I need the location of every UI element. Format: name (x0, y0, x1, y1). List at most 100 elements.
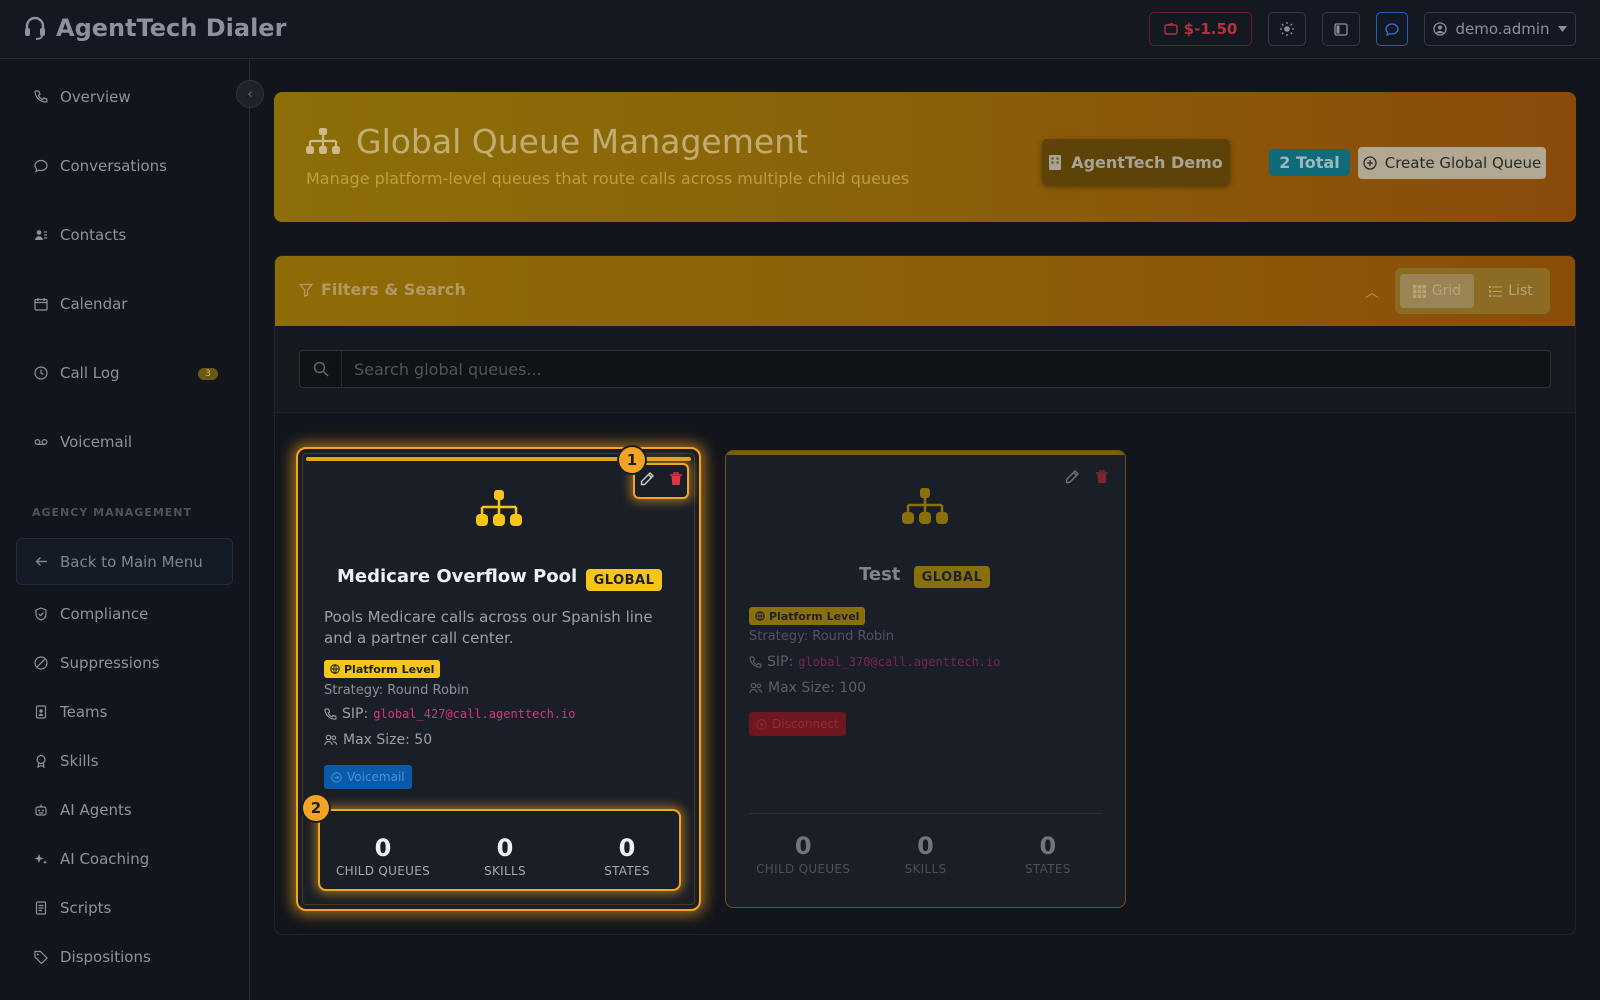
sparkles-icon (34, 854, 48, 865)
search-bar (299, 350, 1551, 388)
arrow-left-icon (35, 557, 47, 566)
global-badge: GLOBAL (914, 566, 990, 588)
sidebar-item-conversations[interactable]: Conversations (34, 157, 167, 175)
sidebar-item-overview[interactable]: Overview (34, 88, 131, 106)
queue-stats: 0 CHILD QUEUES 0 SKILLS 0 STATES (742, 832, 1109, 876)
pencil-icon[interactable] (1064, 469, 1080, 485)
grid-icon (1412, 284, 1426, 298)
queue-max-size: Max Size: 100 (749, 680, 866, 696)
disconnect-tag: Disconnect (749, 712, 846, 736)
disconnect-tag-label: Disconnect (772, 717, 839, 731)
trash-icon[interactable] (1094, 469, 1110, 485)
chat-button[interactable] (1376, 12, 1408, 46)
user-menu-button[interactable]: demo.admin (1424, 12, 1576, 46)
stat-value: 0 (618, 834, 636, 862)
trash-icon[interactable] (668, 471, 684, 487)
max-size-label: Max Size: 50 (343, 732, 433, 748)
sidebar-item-label: Overview (60, 88, 131, 106)
sidebar-item-dispositions[interactable]: Dispositions (34, 948, 151, 966)
calendar-icon (34, 298, 48, 311)
sidebar-item-label: AI Coaching (60, 850, 150, 868)
create-global-queue-button[interactable]: Create Global Queue (1358, 147, 1546, 179)
queue-strategy: Strategy: Round Robin (324, 683, 470, 698)
page-header-banner: Global Queue Management Manage platform-… (274, 92, 1576, 222)
sidebar-item-contacts[interactable]: Contacts (34, 226, 126, 244)
app-title: AgentTech Dialer (56, 14, 287, 42)
sidebar-item-teams[interactable]: Teams (34, 703, 107, 721)
sip-address: global_427@call.agenttech.io (373, 707, 576, 721)
stat-value: 0 (917, 832, 934, 860)
platform-level-label: Platform Level (344, 662, 435, 676)
list-view-label: List (1508, 283, 1533, 299)
sidebar-item-label: AI Agents (60, 801, 132, 819)
sidebar-item-voicemail[interactable]: Voicemail (34, 433, 132, 451)
x-circle-icon (756, 718, 767, 730)
app-brand[interactable]: AgentTech Dialer (24, 14, 286, 42)
search-input[interactable] (342, 351, 1550, 387)
stat-value: 0 (496, 834, 514, 862)
stat-label: CHILD QUEUES (335, 864, 431, 878)
sip-label: SIP: (767, 654, 794, 670)
top-bar: AgentTech Dialer $-1.50 demo.admin (0, 0, 1600, 59)
card-accent-bar (726, 451, 1125, 455)
sidebar-item-suppressions[interactable]: Suppressions (34, 654, 159, 672)
grid-view-button[interactable]: Grid (1400, 274, 1474, 308)
sidebar-item-label: Voicemail (60, 433, 133, 451)
chat-icon (1385, 22, 1399, 36)
clock-icon (34, 366, 48, 380)
queue-sip: SIP: global_370@call.agenttech.io (749, 654, 1000, 670)
sidebar-item-ai-coaching[interactable]: AI Coaching (34, 850, 149, 868)
users-icon (749, 682, 763, 694)
back-to-main-menu-button[interactable]: Back to Main Menu (16, 538, 233, 585)
queue-description: Pools Medicare calls across our Spanish … (324, 608, 653, 647)
sidebar-item-compliance[interactable]: Compliance (34, 605, 148, 623)
id-badge-icon (35, 705, 47, 719)
theme-toggle-button[interactable] (1268, 12, 1306, 46)
global-badge: GLOBAL (586, 569, 662, 591)
stat-label: SKILLS (904, 862, 947, 876)
stat-label: STATES (604, 864, 650, 878)
stat-label: CHILD QUEUES (756, 862, 851, 876)
queue-max-size: Max Size: 50 (324, 732, 432, 748)
grid-view-label: Grid (1431, 283, 1462, 299)
balance-button[interactable]: $-1.50 (1149, 12, 1252, 46)
platform-level-badge: Platform Level (749, 607, 866, 625)
stat-label: SKILLS (484, 864, 526, 878)
list-view-button[interactable]: List (1478, 274, 1544, 308)
sitemap-icon (306, 128, 340, 154)
filters-title: Filters & Search (299, 280, 466, 299)
wallet-icon (1163, 23, 1178, 35)
sidebar-item-calendar[interactable]: Calendar (34, 295, 127, 313)
page-title: Global Queue Management (356, 122, 809, 161)
chevron-up-icon[interactable]: ︿ (1365, 282, 1379, 302)
sidebar-item-label: Scripts (60, 899, 112, 917)
robot-icon (35, 804, 47, 816)
sidebar-item-call-log[interactable]: Call Log (34, 364, 120, 382)
sidebar-item-label: Compliance (60, 605, 149, 623)
create-global-queue-label: Create Global Queue (1384, 154, 1542, 172)
layout-toggle-button[interactable] (1322, 12, 1360, 46)
sidebar-item-skills[interactable]: Skills (34, 752, 99, 770)
stat-child-queues: 0 CHILD QUEUES (742, 832, 864, 876)
sitemap-icon (902, 488, 948, 524)
stat-states: 0 STATES (987, 832, 1109, 876)
organization-name: AgentTech Demo (1071, 152, 1223, 172)
sidebar-item-label: Calendar (60, 295, 128, 313)
voicemail-tag: Voicemail (324, 765, 412, 789)
sidebar-item-ai-agents[interactable]: AI Agents (34, 801, 132, 819)
filters-header[interactable]: Filters & Search ︿ Grid List (275, 256, 1575, 326)
filter-icon (299, 283, 313, 297)
sidebar-item-label: Conversations (60, 157, 167, 175)
tag-icon (34, 950, 48, 964)
sidebar-collapse-button[interactable]: ‹ (236, 80, 264, 108)
stat-value: 0 (1039, 832, 1057, 860)
organization-button[interactable]: AgentTech Demo (1042, 139, 1230, 185)
pencil-icon[interactable] (639, 471, 655, 487)
plus-circle-icon (1363, 156, 1377, 170)
queue-name: Medicare Overflow Pool (337, 566, 578, 587)
sidebar-item-scripts[interactable]: Scripts (34, 899, 111, 917)
total-count-badge: 2 Total (1269, 149, 1350, 176)
sidebar-item-label: Teams (60, 703, 108, 721)
chevron-left-icon: ‹ (247, 86, 253, 102)
document-icon (35, 901, 47, 915)
